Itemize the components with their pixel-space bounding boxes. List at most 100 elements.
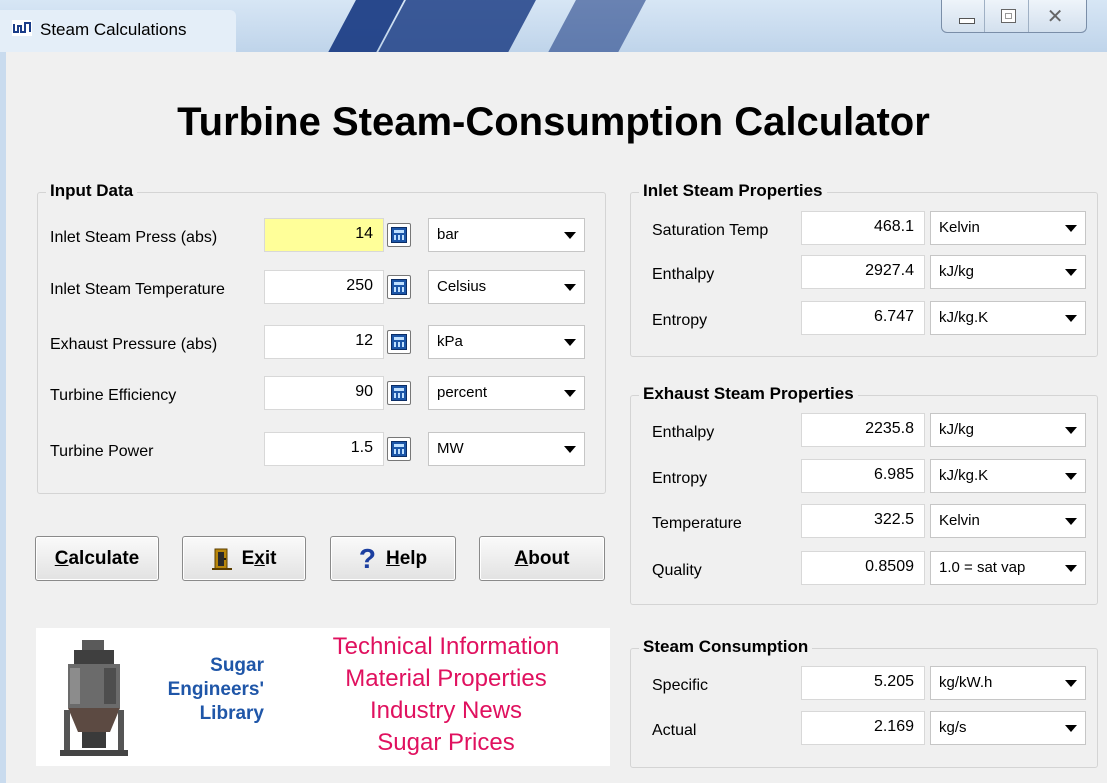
page-title: Turbine Steam-Consumption Calculator (177, 100, 930, 144)
access-key: x (254, 547, 265, 569)
turbine-efficiency-field[interactable]: 90 (264, 376, 384, 410)
calculate-button[interactable]: Calculate (35, 536, 159, 581)
actual-consumption-unit-select[interactable]: kg/s (930, 711, 1086, 745)
select-value: kJ/kg (939, 421, 975, 438)
library-title-line: Sugar (210, 655, 264, 676)
about-button[interactable]: About (479, 536, 605, 581)
calculator-icon[interactable] (387, 437, 411, 461)
saturation-temp-unit-select[interactable]: Kelvin (930, 211, 1086, 245)
exhaust-temperature-value[interactable]: 322.5 (801, 504, 925, 538)
library-title-line: Engineers' (167, 679, 264, 700)
select-value: kg/kW.h (939, 674, 993, 691)
select-value: bar (437, 226, 459, 243)
saturation-temp-value[interactable]: 468.1 (801, 211, 925, 245)
exhaust-enthalpy-value[interactable]: 2235.8 (801, 413, 925, 447)
close-button[interactable]: ✕ (1029, 0, 1086, 32)
specific-consumption-unit-select[interactable]: kg/kW.h (930, 666, 1086, 700)
access-key: A (514, 547, 529, 569)
access-key: C (54, 547, 69, 569)
select-value: Kelvin (939, 512, 980, 529)
steam-app-icon[interactable] (12, 20, 32, 36)
output-label: Actual (652, 722, 697, 739)
exhaust-entropy-value[interactable]: 6.985 (801, 459, 925, 493)
minimize-button[interactable] (942, 0, 986, 32)
window-title: Steam Calculations (40, 20, 187, 39)
calculator-icon[interactable] (387, 381, 411, 405)
button-text: bout (528, 547, 570, 569)
chevron-down-icon (564, 339, 576, 346)
exhaust-quality-unit-select[interactable]: 1.0 = sat vap (930, 551, 1086, 585)
exit-button[interactable]: Exit (182, 536, 306, 581)
exhaust-temperature-unit-select[interactable]: Kelvin (930, 504, 1086, 538)
calculator-icon[interactable] (387, 330, 411, 354)
specific-consumption-value[interactable]: 5.205 (801, 666, 925, 700)
select-value: percent (437, 384, 488, 401)
output-label: Enthalpy (652, 266, 715, 283)
button-label: About (515, 548, 570, 570)
library-title: Sugar Engineers' Library (136, 654, 264, 726)
group-label: Steam Consumption (639, 637, 813, 657)
evaporator-image (60, 640, 128, 756)
chevron-down-icon (564, 284, 576, 291)
turbine-power-field[interactable]: 1.5 (264, 432, 384, 466)
input-label: Inlet Steam Temperature (50, 281, 225, 298)
input-label: Turbine Power (50, 443, 154, 460)
select-value: Kelvin (939, 219, 980, 236)
group-label: Inlet Steam Properties (639, 181, 827, 201)
output-label: Specific (652, 677, 709, 694)
calculator-icon[interactable] (387, 223, 411, 247)
select-value: kJ/kg (939, 263, 975, 280)
output-label: Enthalpy (652, 424, 715, 441)
inlet-enthalpy-value[interactable]: 2927.4 (801, 255, 925, 289)
inlet-enthalpy-unit-select[interactable]: kJ/kg (930, 255, 1086, 289)
chevron-down-icon (564, 390, 576, 397)
minimize-icon (959, 18, 975, 24)
inlet-entropy-unit-select[interactable]: kJ/kg.K (930, 301, 1086, 335)
chevron-down-icon (1065, 518, 1077, 525)
select-value: MW (437, 440, 464, 457)
group-label: Input Data (46, 181, 138, 201)
select-value: kJ/kg.K (939, 467, 989, 484)
button-label: Calculate (55, 548, 140, 570)
sugar-prices-link[interactable]: Sugar Prices (286, 730, 606, 756)
material-properties-link[interactable]: Material Properties (286, 666, 606, 692)
chevron-down-icon (1065, 680, 1077, 687)
title-bar: Steam Calculations ✕ (0, 0, 1107, 52)
window-controls: ✕ (941, 0, 1087, 33)
calculator-icon[interactable] (387, 275, 411, 299)
exhaust-pressure-field[interactable]: 12 (264, 325, 384, 359)
maximize-button[interactable] (985, 0, 1029, 32)
exhaust-quality-value[interactable]: 0.8509 (801, 551, 925, 585)
turbine-efficiency-unit-select[interactable]: percent (428, 376, 585, 410)
inlet-entropy-value[interactable]: 6.747 (801, 301, 925, 335)
close-icon: ✕ (1046, 6, 1064, 28)
inlet-temperature-unit-select[interactable]: Celsius (428, 270, 585, 304)
sugar-engineers-banner[interactable]: Sugar Engineers' Library Technical Infor… (36, 628, 610, 766)
help-button[interactable]: ? Help (330, 536, 456, 581)
chevron-down-icon (564, 446, 576, 453)
question-mark-icon: ? (358, 542, 376, 574)
output-label: Temperature (652, 515, 742, 532)
industry-news-link[interactable]: Industry News (286, 698, 606, 724)
select-value: kg/s (939, 719, 967, 736)
chevron-down-icon (1065, 427, 1077, 434)
select-value: Celsius (437, 278, 487, 295)
inlet-pressure-unit-select[interactable]: bar (428, 218, 585, 252)
exhaust-pressure-unit-select[interactable]: kPa (428, 325, 585, 359)
select-value: kPa (437, 333, 463, 350)
chevron-down-icon (1065, 315, 1077, 322)
inlet-pressure-field[interactable]: 14 (264, 218, 384, 252)
chevron-down-icon (1065, 565, 1077, 572)
button-text: alculate (68, 547, 140, 569)
chevron-down-icon (1065, 269, 1077, 276)
window-frame (0, 52, 6, 783)
exhaust-entropy-unit-select[interactable]: kJ/kg.K (930, 459, 1086, 493)
exhaust-enthalpy-unit-select[interactable]: kJ/kg (930, 413, 1086, 447)
turbine-power-unit-select[interactable]: MW (428, 432, 585, 466)
group-label: Exhaust Steam Properties (639, 384, 858, 404)
inlet-temperature-field[interactable]: 250 (264, 270, 384, 304)
access-key: H (385, 547, 400, 569)
technical-information-link[interactable]: Technical Information (286, 634, 606, 660)
button-text: it (264, 547, 277, 569)
actual-consumption-value[interactable]: 2.169 (801, 711, 925, 745)
